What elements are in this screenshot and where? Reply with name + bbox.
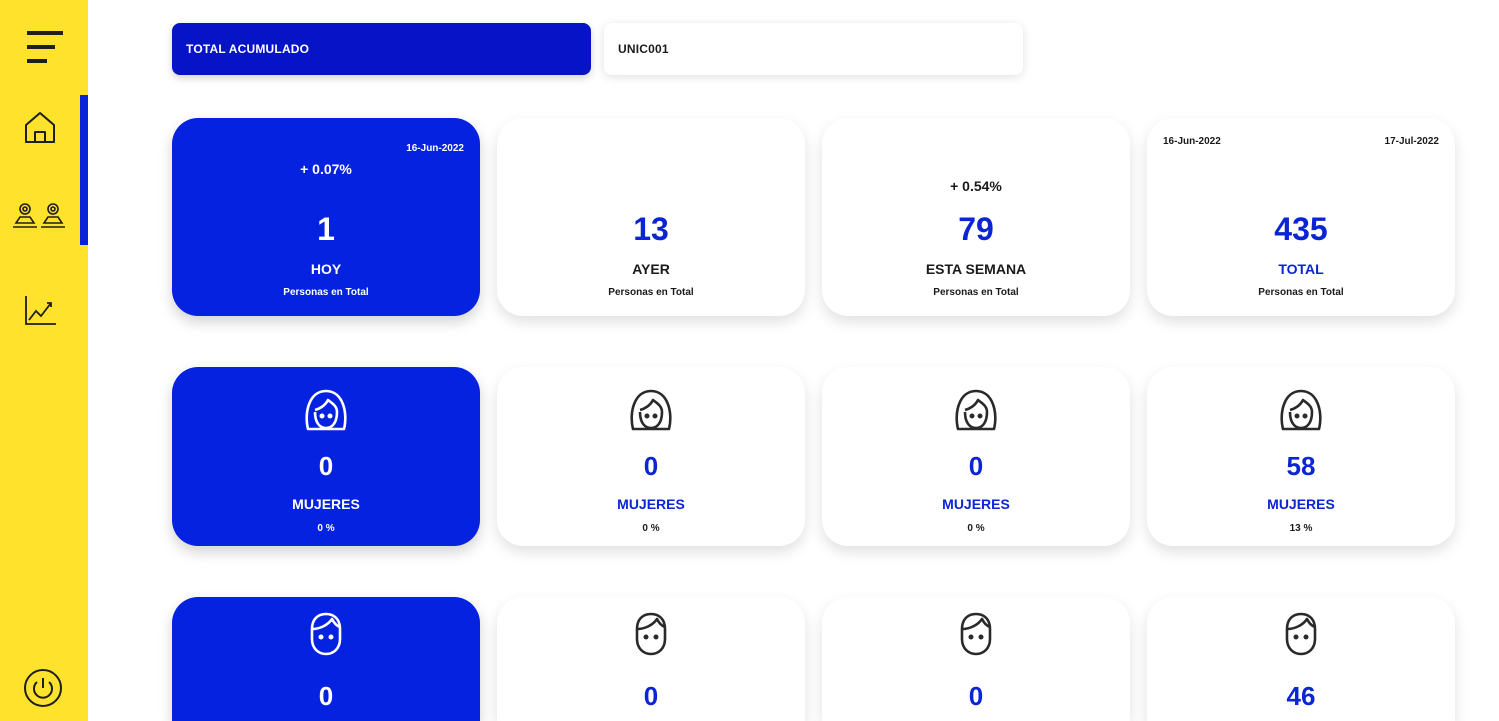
card-label: MUJERES [617,496,685,512]
card-date-end: 17-Jul-2022 [1384,136,1439,147]
menu-icon [27,31,63,63]
card-sub: Personas en Total [933,287,1019,298]
card-pct: 13 % [1289,523,1313,534]
card-label: ESTA SEMANA [925,261,1027,277]
card-date-start: 16-Jun-2022 [1163,136,1221,147]
summary-card-total: 16-Jun-2022 17-Jul-2022 435 TOTAL Person… [1147,118,1455,316]
card-change: + 0.07% [300,161,352,177]
woman-face-icon [630,389,672,431]
card-label: TOTAL [1278,261,1324,277]
woman-face-icon [1280,389,1322,431]
nav-analytics[interactable] [18,290,62,330]
card-pct: 0 % [967,523,985,534]
summary-card-week: + 0.54% 79 ESTA SEMANA Personas en Total [822,118,1130,316]
card-value: 0 [318,681,334,711]
people-location-icon [13,203,65,228]
card-value: 58 [1286,451,1316,481]
man-face-icon [1285,612,1317,656]
women-card-yesterday: 0 MUJERES 0 % [497,367,805,546]
women-card-total: 58 MUJERES 13 % [1147,367,1455,546]
card-pct: 0 % [317,523,335,534]
nav-home[interactable] [18,105,62,149]
summary-card-today: 16-Jun-2022 + 0.07% 1 HOY Personas en To… [172,118,480,316]
card-change: + 0.54% [950,178,1002,194]
card-value: 435 [1274,211,1328,247]
man-face-icon [635,612,667,656]
card-date: 16-Jun-2022 [406,143,464,154]
card-sub: Personas en Total [283,287,369,298]
card-value: 79 [958,211,994,247]
man-face-icon [310,612,342,656]
card-value: 46 [1286,681,1316,711]
woman-face-icon [955,389,997,431]
nav-people-locations[interactable] [10,198,72,234]
card-value: 0 [968,451,984,481]
unit-selector[interactable]: UNIC001 [604,23,1023,75]
card-value: 1 [317,211,335,247]
menu-button[interactable] [20,22,70,72]
logout-button[interactable] [20,665,66,711]
women-card-week: 0 MUJERES 0 % [822,367,1130,546]
woman-face-icon [305,389,347,431]
card-value: 0 [643,681,659,711]
man-face-icon [960,612,992,656]
men-card-total: 46 [1147,597,1455,721]
card-pct: 0 % [642,523,660,534]
summary-card-yesterday: 13 AYER Personas en Total [497,118,805,316]
women-card-today: 0 MUJERES 0 % [172,367,480,546]
sidebar-active-indicator [80,95,88,245]
card-value: 0 [318,451,334,481]
card-label: MUJERES [942,496,1010,512]
card-label: MUJERES [1267,496,1335,512]
mode-selector-label: TOTAL ACUMULADO [186,42,310,56]
card-value: 13 [633,211,669,247]
men-card-yesterday: 0 [497,597,805,721]
card-label: HOY [310,261,342,277]
card-sub: Personas en Total [608,287,694,298]
card-value: 0 [968,681,984,711]
chart-line-icon [25,296,56,325]
home-icon [25,112,55,143]
unit-selector-label: UNIC001 [618,42,669,56]
men-card-week: 0 [822,597,1130,721]
mode-selector[interactable]: TOTAL ACUMULADO [172,23,591,75]
card-label: MUJERES [292,496,360,512]
men-card-today: 0 [172,597,480,721]
card-sub: Personas en Total [1258,287,1344,298]
card-value: 0 [643,451,659,481]
card-label: AYER [632,261,670,277]
power-icon [24,669,62,707]
sidebar [0,0,88,721]
